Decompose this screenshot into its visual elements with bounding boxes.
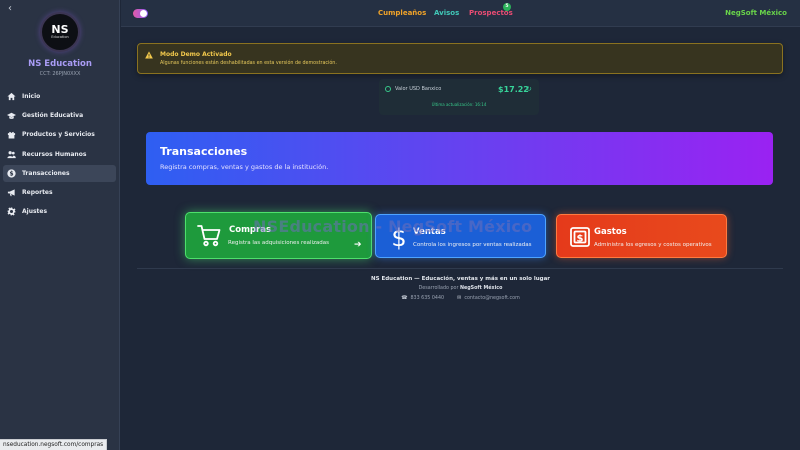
page-hero: Transacciones Registra compras, ventas y… <box>146 132 773 185</box>
sidebar-item-inicio[interactable]: Inicio <box>3 88 116 105</box>
top-bar: Cumpleaños Avisos Prospectos 5 NegSoft M… <box>121 0 800 27</box>
demo-description: Algunas funciones están deshabilitadas e… <box>160 61 337 66</box>
coin-icon <box>385 86 391 92</box>
brand-name: NS Education <box>28 59 92 69</box>
logo-initials: NS <box>51 23 69 36</box>
usd-rate-widget: Valor USD Banxico $17.22 ↻ Última actual… <box>379 79 539 115</box>
sidebar-item-transacciones[interactable]: $ Transacciones <box>3 164 116 182</box>
footer-email[interactable]: contacto@negsoft.com <box>464 296 519 301</box>
gear-icon <box>7 207 16 216</box>
sidebar-item-label: Reportes <box>22 188 53 196</box>
footer-credits: Desarrollado por NegSoft México <box>121 286 800 291</box>
chevron-left-icon[interactable]: ‹ <box>8 3 12 14</box>
usd-label: Valor USD Banxico <box>395 86 442 92</box>
card-description: Administra los egresos y costos operativ… <box>594 242 712 248</box>
svg-text:$: $ <box>9 171 13 177</box>
graduation-cap-icon <box>7 111 16 120</box>
svg-text:$: $ <box>577 234 584 245</box>
nav-avisos[interactable]: Avisos <box>434 9 459 17</box>
dollar-icon: $ <box>7 169 16 178</box>
sidebar-nav: Inicio Gestión Educativa Productos y Ser… <box>3 88 116 222</box>
gift-icon <box>7 130 16 139</box>
logo-subtitle: Education <box>51 35 69 39</box>
warning-icon <box>145 51 153 59</box>
logo: NS Education <box>40 12 80 52</box>
usd-updated: Última actualización: 16:14 <box>431 102 487 107</box>
demo-title: Modo Demo Activado <box>160 51 232 58</box>
prospectos-badge: 5 <box>503 3 511 11</box>
demo-banner: Modo Demo Activado Algunas funciones est… <box>137 43 783 74</box>
sidebar-item-label: Transacciones <box>22 169 70 177</box>
card-description: Registra las adquisiciones realizadas <box>228 240 329 246</box>
developed-by-label: Desarrollado por <box>418 286 459 291</box>
sidebar-item-gestion-educativa[interactable]: Gestión Educativa <box>3 107 116 124</box>
sidebar-item-reportes[interactable]: Reportes <box>3 184 116 201</box>
footer-contact: ☎ 833 635 0440 ✉ contacto@negsoft.com <box>121 295 800 301</box>
gastos-card[interactable]: $ Gastos Administra los egresos y costos… <box>556 214 727 258</box>
sidebar-item-label: Gestión Educativa <box>22 112 84 120</box>
envelope-icon: ✉ <box>457 295 462 301</box>
sidebar-item-label: Productos y Servicios <box>22 131 95 139</box>
megaphone-icon <box>7 188 16 197</box>
footer-divider <box>137 268 783 269</box>
sidebar-item-ajustes[interactable]: Ajustes <box>3 203 116 220</box>
page-subtitle: Registra compras, ventas y gastos de la … <box>160 163 329 171</box>
sidebar: ‹ NS Education NS Education CCT: 26PJN0X… <box>0 0 120 450</box>
sidebar-item-productos-servicios[interactable]: Productos y Servicios <box>3 126 116 143</box>
nav-cumpleanos[interactable]: Cumpleaños <box>378 9 426 17</box>
sidebar-item-label: Ajustes <box>22 208 48 216</box>
sidebar-item-label: Recursos Humanos <box>22 150 87 158</box>
page-title: Transacciones <box>160 145 248 158</box>
card-title: Gastos <box>594 227 627 237</box>
card-description: Controla los ingresos por ventas realiza… <box>413 242 532 248</box>
arrow-right-icon: ➔ <box>354 240 362 250</box>
footer-phone[interactable]: 833 635 0440 <box>410 296 444 301</box>
refresh-icon[interactable]: ↻ <box>526 85 532 93</box>
sidebar-item-label: Inicio <box>22 93 41 100</box>
users-icon <box>7 150 16 159</box>
money-bill-icon: $ <box>570 227 590 247</box>
cct-code: CCT: 26PJN0XXX <box>39 71 81 77</box>
cart-icon <box>197 225 221 247</box>
phone-icon: ☎ <box>401 295 408 301</box>
footer-tagline: NS Education — Educación, ventas y más e… <box>370 276 550 282</box>
watermark: NSEducation - NegSoft México <box>253 217 533 236</box>
status-bar-url: nseducation.negsoft.com/compras <box>0 439 108 450</box>
sidebar-item-recursos-humanos[interactable]: Recursos Humanos <box>3 146 116 163</box>
developer-name[interactable]: NegSoft México <box>460 286 502 291</box>
home-icon <box>7 92 16 101</box>
theme-toggle[interactable] <box>133 9 148 18</box>
company-name[interactable]: NegSoft México <box>725 9 787 17</box>
usd-value: $17.22 <box>498 85 529 94</box>
